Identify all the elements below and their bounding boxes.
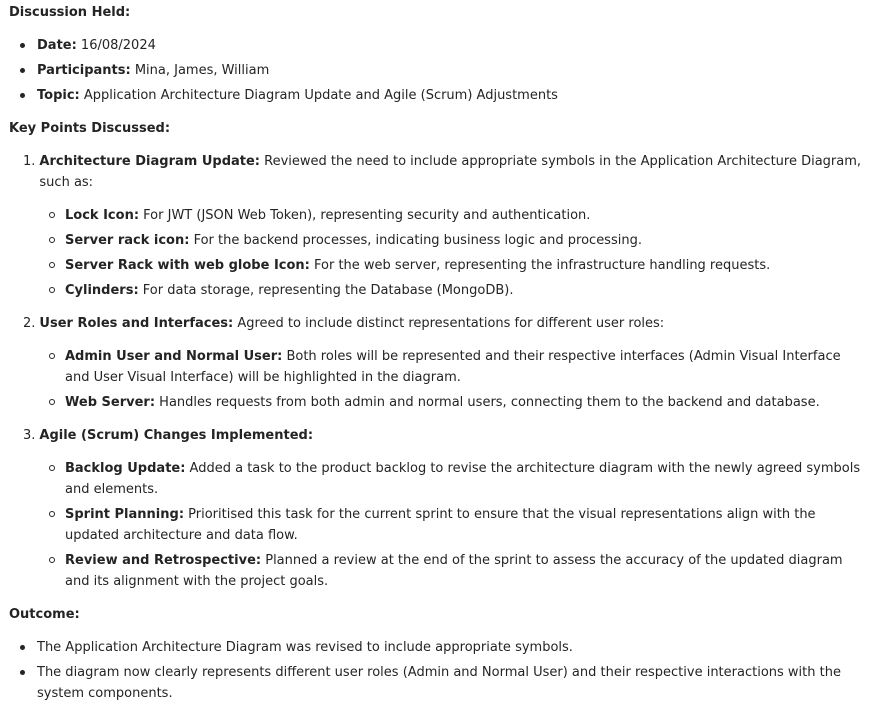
item-text: 16/08/2024: [76, 38, 156, 53]
key-point-text: Agreed to include distinct representatio…: [233, 316, 665, 331]
discussion-heading: Discussion Held:: [9, 5, 131, 20]
item-label: Date:: [37, 38, 77, 53]
outcome-heading: Outcome:: [9, 607, 80, 622]
outcome-item: The Application Architecture Diagram was…: [20, 637, 878, 658]
sub-text: For JWT (JSON Web Token), representing s…: [139, 208, 591, 223]
sub-label: Admin User and Normal User:: [65, 349, 283, 364]
sub-text: For data storage, representing the Datab…: [138, 283, 514, 298]
key-point-number: 3.: [23, 428, 36, 443]
discussion-item-date: Date: 16/08/2024: [20, 35, 878, 56]
item-text: Mina, James, William: [130, 63, 270, 78]
outcome-list: The Application Architecture Diagram was…: [9, 637, 878, 704]
sublist-item: Server Rack with web globe Icon: For the…: [49, 255, 878, 276]
key-point-label: Architecture Diagram Update:: [39, 154, 261, 169]
discussion-item-topic: Topic: Application Architecture Diagram …: [20, 85, 878, 106]
sub-label: Backlog Update:: [65, 461, 186, 476]
sublist-item: Backlog Update: Added a task to the prod…: [49, 458, 878, 500]
key-point-item: 1. Architecture Diagram Update: Reviewed …: [23, 151, 878, 301]
item-label: Topic:: [37, 88, 80, 103]
discussion-list: Date: 16/08/2024 Participants: Mina, Jam…: [9, 35, 878, 106]
sub-label: Server rack icon:: [65, 233, 190, 248]
sublist-item: Lock Icon: For JWT (JSON Web Token), rep…: [49, 205, 878, 226]
discussion-item-participants: Participants: Mina, James, William: [20, 60, 878, 81]
sub-label: Review and Retrospective:: [65, 553, 262, 568]
key-point-item: 3. Agile (Scrum) Changes Implemented: Bac…: [23, 425, 878, 592]
key-point-sublist: Admin User and Normal User: Both roles w…: [23, 346, 878, 413]
sub-label: Lock Icon:: [65, 208, 140, 223]
sub-label: Web Server:: [65, 395, 156, 410]
key-point-label: User Roles and Interfaces:: [39, 316, 234, 331]
key-point-item: 2. User Roles and Interfaces: Agreed to i…: [23, 313, 878, 413]
meeting-notes: Discussion Held: Date: 16/08/2024 Partic…: [0, 0, 878, 704]
sub-text: Handles requests from both admin and nor…: [155, 395, 820, 410]
key-points-heading: Key Points Discussed:: [9, 121, 171, 136]
sub-label: Cylinders:: [65, 283, 139, 298]
key-point-label: Agile (Scrum) Changes Implemented:: [39, 428, 314, 443]
sublist-item: Admin User and Normal User: Both roles w…: [49, 346, 878, 388]
sub-text: For the backend processes, indicating bu…: [189, 233, 642, 248]
sub-label: Sprint Planning:: [65, 507, 185, 522]
outcome-item: The diagram now clearly represents diffe…: [20, 662, 878, 704]
key-point-number: 1.: [23, 154, 36, 169]
sub-label: Server Rack with web globe Icon:: [65, 258, 310, 273]
key-point-number: 2.: [23, 316, 36, 331]
sub-text: Added a task to the product backlog to r…: [65, 461, 861, 497]
sublist-item: Web Server: Handles requests from both a…: [49, 392, 878, 413]
item-label: Participants:: [37, 63, 131, 78]
sub-text: For the web server, representing the inf…: [309, 258, 771, 273]
sublist-item: Sprint Planning: Prioritised this task f…: [49, 504, 878, 546]
item-text: Application Architecture Diagram Update …: [79, 88, 558, 103]
sublist-item: Server rack icon: For the backend proces…: [49, 230, 878, 251]
key-points-list: 1. Architecture Diagram Update: Reviewed …: [9, 151, 878, 592]
sublist-item: Cylinders: For data storage, representin…: [49, 280, 878, 301]
sublist-item: Review and Retrospective: Planned a revi…: [49, 550, 878, 592]
key-point-sublist: Lock Icon: For JWT (JSON Web Token), rep…: [23, 205, 878, 301]
key-point-sublist: Backlog Update: Added a task to the prod…: [23, 458, 878, 592]
